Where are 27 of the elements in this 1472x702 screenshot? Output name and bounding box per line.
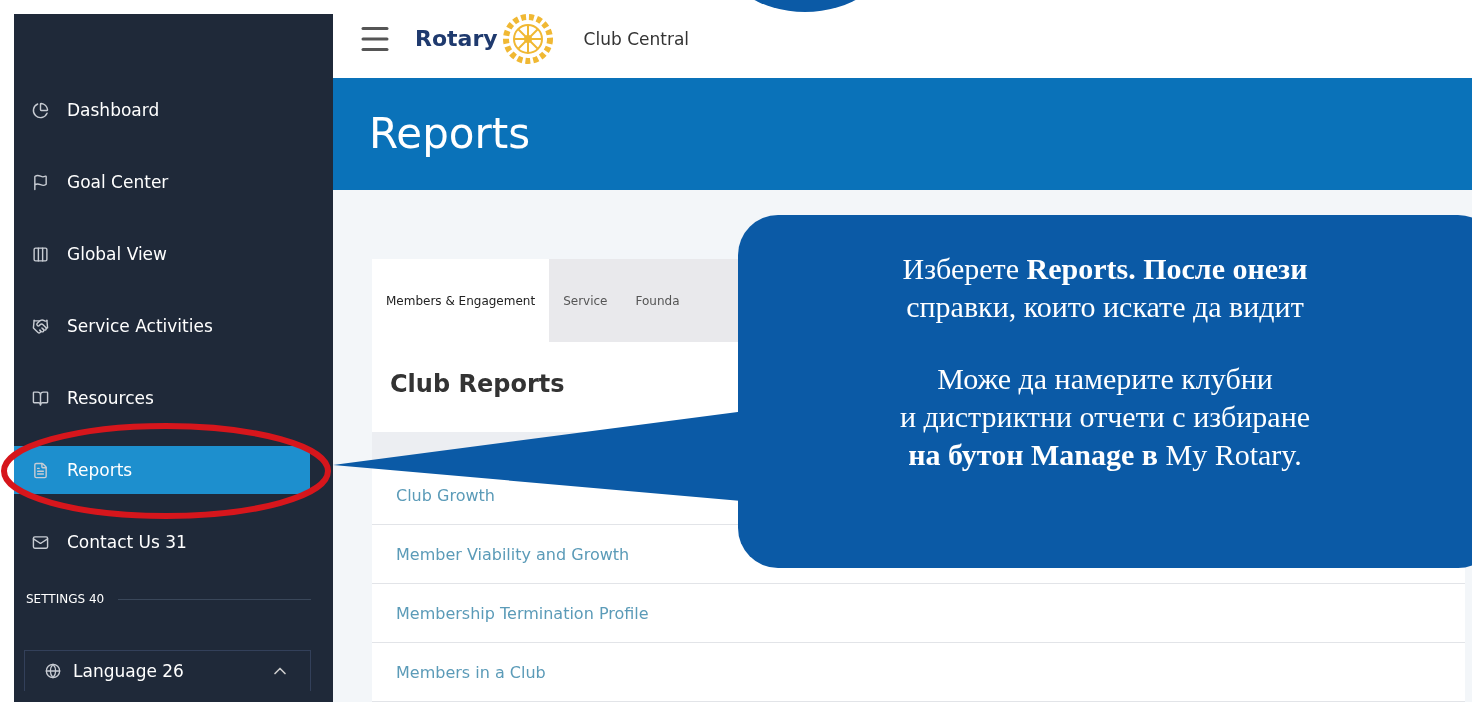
callout-text: Изберете Reports. После онези справки, които искате да видит	[901, 251, 1309, 325]
logo-text: Rotary	[415, 26, 498, 52]
sidebar-item[interactable]: Reports	[14, 446, 310, 494]
tab[interactable]: Service	[549, 259, 622, 342]
settings-label: SETTINGS 40	[26, 592, 105, 606]
sidebar-item[interactable]: Global View	[14, 230, 310, 278]
app-name: Club Central	[583, 28, 690, 49]
section-title: Club Reports	[390, 370, 565, 398]
sidebar-item[interactable]: Service Activities	[14, 302, 310, 350]
tab[interactable]: Members & Engagement	[372, 259, 550, 342]
columns-icon	[32, 245, 49, 263]
document-icon	[32, 461, 49, 479]
handshake-icon	[32, 317, 49, 335]
pie-chart-icon	[32, 101, 49, 119]
sidebar-item[interactable]: Contact Us 31	[14, 518, 310, 566]
book-icon	[32, 389, 49, 407]
gear-wheel-icon	[501, 12, 554, 65]
sidebar-item[interactable]: Resources	[14, 374, 310, 422]
page-title: Reports	[369, 109, 531, 159]
tab[interactable]: Founda	[621, 259, 694, 342]
sidebar-item[interactable]: Dashboard	[14, 86, 310, 134]
flag-icon	[32, 173, 49, 191]
callout-text: Може да намерите клубни и дистриктни отчети с избиране на бутон Manage в My Rotary.	[898, 361, 1312, 473]
language-selector[interactable]: Language 26	[24, 650, 311, 691]
mail-icon	[32, 533, 49, 551]
globe-icon	[45, 663, 61, 679]
sidebar-item[interactable]: Goal Center	[14, 158, 310, 206]
